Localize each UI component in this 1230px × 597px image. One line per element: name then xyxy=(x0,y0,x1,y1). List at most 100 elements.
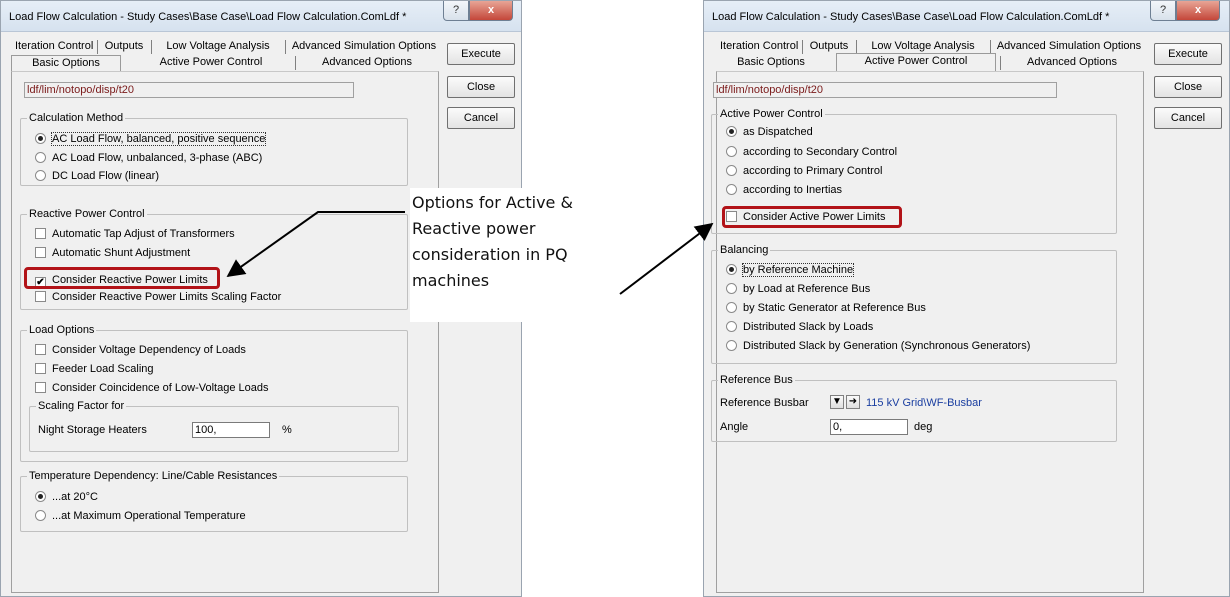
checkbox-coincidence-lv-loads[interactable]: Consider Coincidence of Low-Voltage Load… xyxy=(35,382,268,396)
left-tab-row-back: Iteration Control Outputs Low Voltage An… xyxy=(11,39,441,55)
reference-busbar-value[interactable]: 115 kV Grid\WF-Busbar xyxy=(866,397,982,410)
balancing-group: Balancing by Reference Machine by Load a… xyxy=(711,244,1117,364)
radio-static-gen-reference-bus[interactable]: by Static Generator at Reference Bus xyxy=(726,302,926,316)
radio-label: by Reference Machine xyxy=(741,263,855,277)
checkbox-reactive-limits-scaling[interactable]: Consider Reactive Power Limits Scaling F… xyxy=(35,291,281,305)
calculation-method-title: Calculation Method xyxy=(27,112,126,125)
reference-busbar-label: Reference Busbar xyxy=(720,397,809,409)
select-dropdown-icon[interactable]: ▼ xyxy=(830,395,844,409)
checkbox-icon xyxy=(35,382,46,393)
percent-unit-label: % xyxy=(282,424,292,436)
radio-label: AC Load Flow, balanced, positive sequenc… xyxy=(50,132,267,146)
radio-icon xyxy=(35,510,46,521)
radio-label: by Static Generator at Reference Bus xyxy=(743,302,926,314)
radio-at-max-temperature[interactable]: ...at Maximum Operational Temperature xyxy=(35,510,246,524)
night-storage-heaters-label: Night Storage Heaters xyxy=(38,424,147,436)
close-button[interactable]: Close xyxy=(447,76,515,98)
scaling-factor-group: Scaling Factor for Night Storage Heaters… xyxy=(29,400,399,452)
execute-button[interactable]: Execute xyxy=(1154,43,1222,65)
right-tab-content: ldf/lim/notopo/disp/t20 Active Power Con… xyxy=(711,71,1144,593)
tab-separator xyxy=(97,40,98,54)
reactive-power-control-group: Reactive Power Control Automatic Tap Adj… xyxy=(20,208,408,310)
night-storage-heaters-input[interactable]: 100, xyxy=(192,422,270,438)
checkbox-active-power-limits[interactable]: Consider Active Power Limits xyxy=(726,211,885,225)
balancing-title: Balancing xyxy=(718,244,771,257)
radio-by-reference-machine[interactable]: by Reference Machine xyxy=(726,263,855,278)
cancel-button[interactable]: Cancel xyxy=(447,107,515,129)
tab-active-power-control[interactable]: Active Power Control xyxy=(141,55,281,71)
radio-load-at-reference-bus[interactable]: by Load at Reference Bus xyxy=(726,283,870,297)
tab-iteration-control[interactable]: Iteration Control xyxy=(11,39,95,55)
close-icon[interactable]: x xyxy=(469,1,513,21)
radio-label: as Dispatched xyxy=(743,126,813,138)
help-icon[interactable]: ? xyxy=(443,1,469,21)
tab-advanced-simulation-options[interactable]: Advanced Simulation Options xyxy=(287,39,441,55)
temperature-dependency-title: Temperature Dependency: Line/Cable Resis… xyxy=(27,470,280,483)
radio-label: Distributed Slack by Loads xyxy=(743,321,874,333)
radio-ac-balanced[interactable]: AC Load Flow, balanced, positive sequenc… xyxy=(35,132,267,147)
radio-icon xyxy=(726,283,737,294)
radio-secondary-control[interactable]: according to Secondary Control xyxy=(726,146,897,160)
angle-input[interactable]: 0, xyxy=(830,419,908,435)
tab-separator xyxy=(802,40,803,54)
radio-selected-icon xyxy=(35,491,46,502)
checkbox-feeder-load-scaling[interactable]: Feeder Load Scaling xyxy=(35,363,154,377)
radio-icon xyxy=(726,146,737,157)
active-power-control-title: Active Power Control xyxy=(718,108,825,121)
tab-separator xyxy=(285,40,286,54)
checkbox-voltage-dependency[interactable]: Consider Voltage Dependency of Loads xyxy=(35,344,246,358)
checkbox-auto-shunt-adjust[interactable]: Automatic Shunt Adjustment xyxy=(35,247,190,261)
radio-selected-icon xyxy=(726,126,737,137)
tab-active-power-control[interactable]: Active Power Control xyxy=(836,53,996,71)
radio-ac-unbalanced[interactable]: AC Load Flow, unbalanced, 3-phase (ABC) xyxy=(35,152,262,166)
radio-inertias[interactable]: according to Inertias xyxy=(726,184,842,198)
cancel-button[interactable]: Cancel xyxy=(1154,107,1222,129)
radio-icon xyxy=(726,321,737,332)
close-button[interactable]: Close xyxy=(1154,76,1222,98)
tab-separator xyxy=(295,56,296,70)
radio-as-dispatched[interactable]: as Dispatched xyxy=(726,126,813,140)
left-tab-row-front: Basic Options Active Power Control Advan… xyxy=(11,55,441,71)
tab-separator xyxy=(151,40,152,54)
radio-label: ...at 20°C xyxy=(52,491,98,503)
checkbox-label: Consider Reactive Power Limits Scaling F… xyxy=(52,291,282,303)
left-tab-content: ldf/lim/notopo/disp/t20 Calculation Meth… xyxy=(11,71,439,593)
help-icon[interactable]: ? xyxy=(1150,1,1176,21)
temperature-dependency-group: Temperature Dependency: Line/Cable Resis… xyxy=(20,470,408,532)
angle-label: Angle xyxy=(720,421,749,433)
left-window-title: Load Flow Calculation - Study Cases\Base… xyxy=(9,11,407,23)
tab-basic-options[interactable]: Basic Options xyxy=(11,55,121,71)
close-icon[interactable]: x xyxy=(1176,1,1220,21)
right-title-bar[interactable]: Load Flow Calculation - Study Cases\Base… xyxy=(704,1,1229,32)
radio-icon xyxy=(726,340,737,351)
checkbox-icon xyxy=(35,291,46,302)
tab-separator xyxy=(1000,56,1001,70)
radio-distributed-slack-generation[interactable]: Distributed Slack by Generation (Synchro… xyxy=(726,340,1030,354)
right-dialog-window: Load Flow Calculation - Study Cases\Base… xyxy=(703,0,1230,597)
checkbox-icon xyxy=(726,211,737,222)
checkbox-label: Consider Reactive Power Limits xyxy=(52,274,208,286)
checkbox-icon xyxy=(35,363,46,374)
tab-advanced-options[interactable]: Advanced Options xyxy=(1002,55,1142,71)
checkbox-reactive-power-limits[interactable]: ✔ Consider Reactive Power Limits xyxy=(35,274,208,288)
radio-primary-control[interactable]: according to Primary Control xyxy=(726,165,882,179)
tab-iteration-control[interactable]: Iteration Control xyxy=(716,39,800,55)
load-options-group: Load Options Consider Voltage Dependency… xyxy=(20,324,408,462)
load-options-title: Load Options xyxy=(27,324,97,337)
tab-basic-options[interactable]: Basic Options xyxy=(716,55,826,71)
radio-at-20c[interactable]: ...at 20°C xyxy=(35,491,98,505)
checkbox-auto-tap-adjust[interactable]: Automatic Tap Adjust of Transformers xyxy=(35,228,235,242)
radio-dc-load-flow[interactable]: DC Load Flow (linear) xyxy=(35,170,159,184)
command-path-field: ldf/lim/notopo/disp/t20 xyxy=(713,82,1057,98)
tab-low-voltage-analysis[interactable]: Low Voltage Analysis xyxy=(153,39,283,55)
active-power-control-group: Active Power Control as Dispatched accor… xyxy=(711,108,1117,234)
scaling-factor-title: Scaling Factor for xyxy=(36,400,127,413)
tab-advanced-options[interactable]: Advanced Options xyxy=(297,55,437,71)
execute-button[interactable]: Execute xyxy=(447,43,515,65)
jump-to-arrow-icon[interactable]: ➜ xyxy=(846,395,860,409)
tab-advanced-simulation-options[interactable]: Advanced Simulation Options xyxy=(992,39,1146,55)
left-title-bar[interactable]: Load Flow Calculation - Study Cases\Base… xyxy=(1,1,521,32)
radio-distributed-slack-loads[interactable]: Distributed Slack by Loads xyxy=(726,321,873,335)
checkbox-label: Consider Voltage Dependency of Loads xyxy=(52,344,246,356)
tab-outputs[interactable]: Outputs xyxy=(99,39,149,55)
